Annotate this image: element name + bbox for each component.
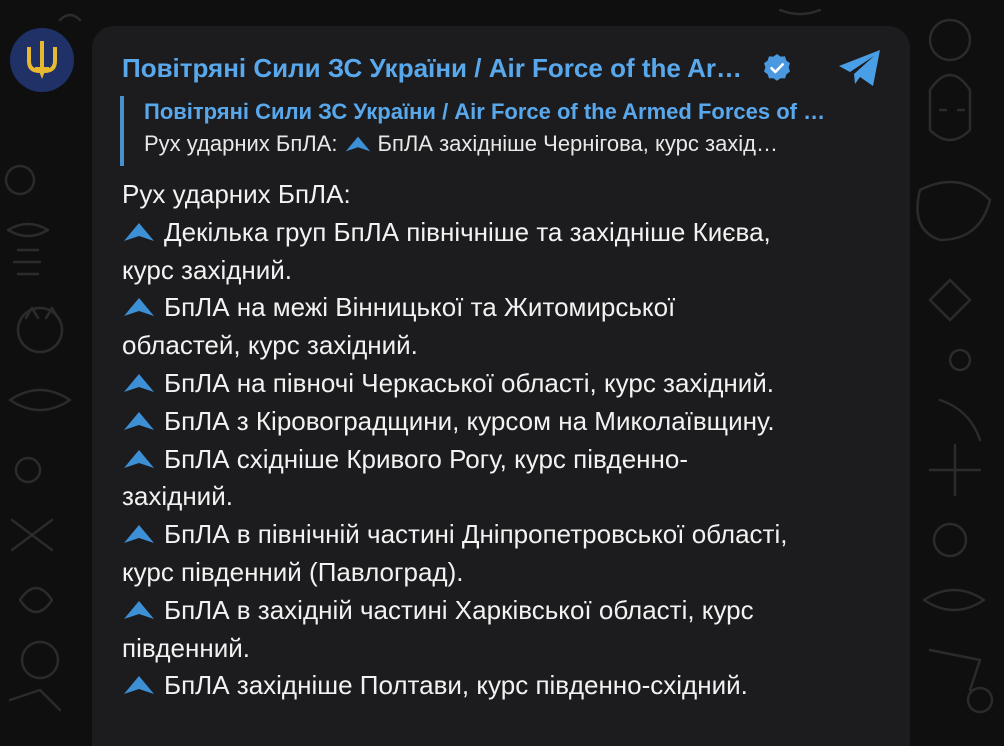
drone-icon	[124, 222, 154, 241]
channel-avatar[interactable]	[10, 28, 74, 92]
message-line: Декілька груп БпЛА північніше та західні…	[122, 214, 892, 252]
message-bubble: Повітряні Сили ЗС України / Air Force of…	[92, 26, 910, 746]
message-line: областей, курс західний.	[122, 330, 418, 361]
telegram-share-icon[interactable]	[836, 48, 884, 88]
trident-icon	[27, 41, 57, 79]
verified-badge-icon	[764, 54, 790, 81]
drone-icon	[124, 676, 154, 695]
message-line: БпЛА з Кіровоградщини, курсом на Миколаї…	[122, 403, 892, 441]
message-line: БпЛА в північній частині Дніпропетровськ…	[122, 516, 892, 554]
reply-text-suffix: БпЛА західніше Чернігова, курс захід…	[377, 131, 779, 156]
drone-icon	[124, 600, 154, 619]
message-header: Повітряні Сили ЗС України / Air Force of…	[122, 50, 882, 86]
message-line: західний.	[122, 481, 233, 512]
channel-name[interactable]: Повітряні Сили ЗС України / Air Force of…	[122, 53, 742, 84]
message-heading: Рух ударних БпЛА:	[122, 179, 351, 209]
reply-title: Повітряні Сили ЗС України / Air Force of…	[144, 99, 826, 124]
message-line: південний.	[122, 632, 250, 663]
message-line: БпЛА західніше Полтави, курс південно-сх…	[122, 667, 892, 705]
message-line: курс західний.	[122, 254, 293, 285]
drone-icon	[124, 411, 154, 430]
message-text: Рух ударних БпЛА: Декілька груп БпЛА пів…	[122, 176, 892, 705]
message-line: БпЛА в західній частині Харківської обла…	[122, 592, 892, 630]
message-line: БпЛА на межі Вінницької та Житомирської	[122, 289, 892, 327]
reply-text-prefix: Рух ударних БпЛА:	[144, 131, 338, 156]
drone-icon	[124, 525, 154, 544]
drone-icon	[124, 298, 154, 317]
drone-icon	[124, 449, 154, 468]
message-line: курс південний (Павлоград).	[122, 556, 464, 587]
message-line: БпЛА на півночі Черкаської області, курс…	[122, 365, 892, 403]
message-line: БпЛА східніше Кривого Рогу, курс південн…	[122, 441, 892, 479]
drone-icon	[124, 373, 154, 392]
reply-text: Рух ударних БпЛА: БпЛА західніше Чернігов…	[144, 128, 880, 160]
drone-icon	[345, 136, 370, 152]
reply-preview[interactable]: Повітряні Сили ЗС України / Air Force of…	[120, 96, 880, 166]
